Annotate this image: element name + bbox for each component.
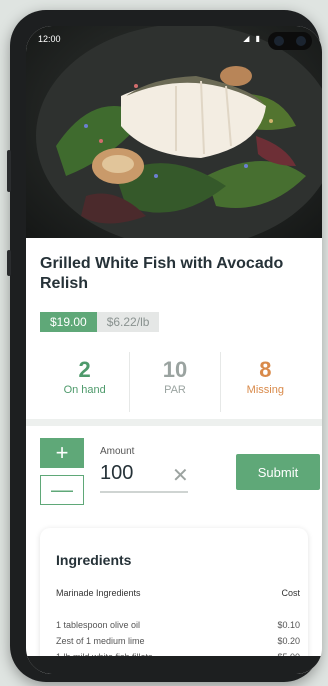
ingredient-name: 1 tablespoon olive oil (56, 620, 141, 630)
status-time: 12:00 (38, 34, 61, 44)
price-row: $19.00 $6.22/lb (40, 312, 160, 332)
submit-button[interactable]: Submit (236, 454, 320, 490)
phone-chin (26, 656, 322, 674)
phone-frame: 12:00 ◢ ▮ Grilled White Fish with Avocad… (7, 10, 322, 682)
section-divider (26, 419, 322, 426)
stat-value: 10 (162, 357, 188, 382)
unit-price-badge: $6.22/lb (96, 312, 160, 332)
status-icons: ◢ ▮ (243, 34, 262, 43)
ingredients-card: Ingredients Marinade Ingredients Cost 1 … (40, 528, 308, 674)
amount-input[interactable]: 100 (100, 462, 133, 485)
list-item: Zest of 1 medium lime $0.20 (56, 636, 300, 652)
list-item: 1 tablespoon olive oil $0.10 (56, 620, 300, 636)
increment-button[interactable]: + (40, 438, 84, 468)
stat-missing: 8 Missing (219, 352, 310, 412)
header-name: Marinade Ingredients (56, 588, 141, 598)
volume-button (7, 150, 11, 192)
price-badge: $19.00 (40, 312, 97, 332)
stat-value: 8 (259, 357, 272, 382)
ingredients-header: Marinade Ingredients Cost (56, 588, 300, 598)
camera-cutout (268, 32, 312, 50)
amount-label: Amount (100, 446, 135, 457)
clear-icon[interactable]: ✕ (172, 463, 189, 488)
screen: 12:00 ◢ ▮ Grilled White Fish with Avocad… (26, 26, 322, 674)
ingredient-name: Zest of 1 medium lime (56, 636, 145, 646)
inventory-stats: 2 On hand 10 PAR 8 Missing (40, 352, 310, 412)
header-cost: Cost (281, 588, 300, 598)
dish-photo: 12:00 ◢ ▮ (26, 26, 322, 238)
stat-value: 2 (78, 357, 91, 382)
stat-on-hand: 2 On hand (40, 352, 129, 412)
dish-title: Grilled White Fish with Avocado Relish (40, 255, 284, 292)
ingredients-title: Ingredients (56, 552, 132, 568)
dish-illustration (36, 26, 322, 238)
stat-par: 10 PAR (129, 352, 219, 412)
ingredient-cost: $0.10 (277, 620, 300, 630)
stat-label: On hand (63, 384, 106, 396)
decrement-button[interactable]: — (40, 475, 84, 505)
amount-underline (100, 491, 188, 493)
power-button (7, 250, 11, 276)
stat-label: Missing (246, 384, 284, 396)
ingredient-cost: $0.20 (277, 636, 300, 646)
stat-label: PAR (164, 384, 186, 396)
